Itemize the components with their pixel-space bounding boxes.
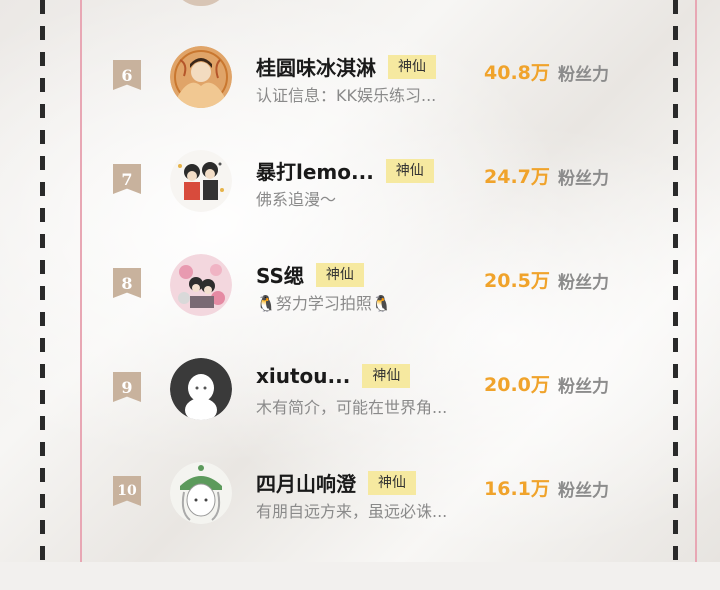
level-tag: 神仙: [388, 54, 436, 79]
user-description: 认证信息：KK娱乐练习...: [256, 86, 437, 105]
fan-count: 20.5万: [484, 270, 550, 292]
user-description: 有朋自远方来，虽远必诛...: [256, 502, 448, 521]
user-description: 🐧努力学习拍照🐧: [256, 294, 392, 313]
avatar[interactable]: [170, 462, 232, 524]
user-name[interactable]: xiutou...: [256, 364, 350, 388]
level-tag: 神仙: [315, 262, 364, 287]
avatar[interactable]: [170, 254, 232, 316]
avatar[interactable]: [170, 150, 232, 212]
level-tag: 神仙: [385, 158, 434, 183]
rank-badge: 8: [113, 268, 141, 298]
level-tag: 神仙: [368, 470, 416, 495]
user-name[interactable]: SS缌: [256, 260, 304, 289]
fans-label: 粉丝力: [558, 377, 609, 397]
avatar[interactable]: [170, 46, 232, 108]
rank-badge: 9: [113, 372, 141, 402]
fan-count: 20.0万: [484, 374, 550, 396]
user-name[interactable]: 桂圆味冰淇淋: [256, 52, 376, 81]
rank-badge: 10: [113, 476, 141, 506]
user-name[interactable]: 四月山响澄: [256, 468, 356, 497]
fan-count: 24.7万: [484, 166, 550, 188]
user-description: 木有简介，可能在世界角...: [256, 398, 448, 417]
rank-badge: 6: [113, 60, 141, 90]
user-name[interactable]: 暴打lemo...: [256, 156, 374, 185]
fans-label: 粉丝力: [558, 481, 609, 501]
fans-label: 粉丝力: [558, 169, 609, 189]
avatar[interactable]: [170, 358, 232, 420]
fan-count: 16.1万: [484, 478, 550, 500]
rank-badge: 7: [113, 164, 141, 194]
user-description: 佛系追漫～: [256, 190, 337, 209]
fans-label: 粉丝力: [558, 273, 609, 293]
fans-label: 粉丝力: [558, 65, 609, 85]
fan-count: 40.8万: [484, 62, 550, 84]
level-tag: 神仙: [362, 364, 411, 388]
ranking-row[interactable]: 10 四月山响澄 神仙 有朋自远方来，虽远必诛... 16.1万 粉丝力: [0, 462, 720, 590]
